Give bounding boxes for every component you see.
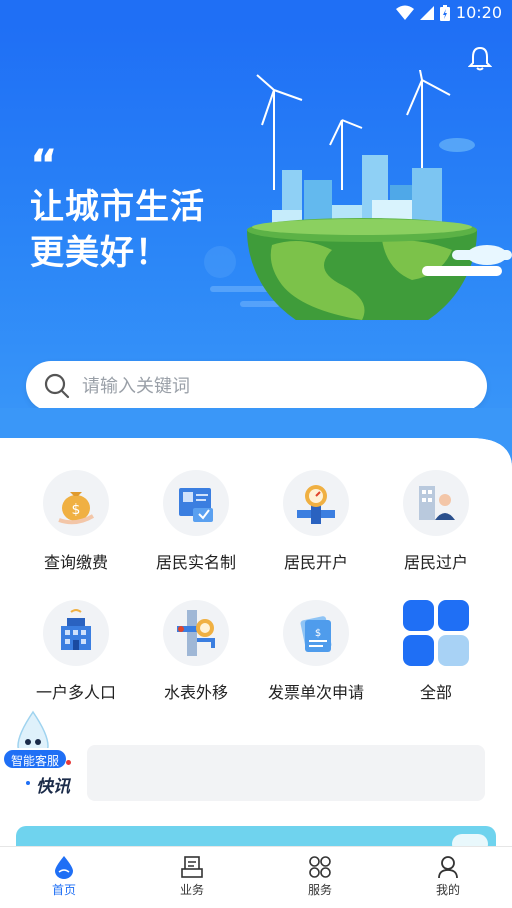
grid-label: 查询缴费: [43, 553, 108, 572]
news-dot-red: [66, 760, 71, 765]
all-grid-icon: [403, 600, 469, 666]
tab-home[interactable]: 首页: [0, 847, 128, 908]
search-icon: [44, 373, 70, 399]
slogan-line-2: 更美好！: [30, 233, 170, 273]
grid-item-query-payment[interactable]: $ 查询缴费: [16, 470, 136, 580]
grid-label: 水表外移: [163, 683, 228, 702]
news-ticker[interactable]: [87, 745, 485, 801]
status-icons: 10:20: [395, 3, 502, 22]
pipe-meter-icon: [163, 600, 229, 666]
tab-label: 服务: [307, 883, 332, 897]
grid-label: 发票单次申请: [267, 683, 364, 702]
transfer-user-icon: [403, 470, 469, 536]
status-bar: 10:20: [0, 0, 512, 26]
building-icon: [43, 600, 109, 666]
id-card-icon: [163, 470, 229, 536]
svg-text:$: $: [315, 628, 321, 639]
hero-curve: [0, 408, 512, 478]
grid-label: 全部: [419, 683, 452, 702]
tab-label: 首页: [51, 883, 76, 897]
search-input[interactable]: [82, 375, 442, 397]
svg-text:$: $: [72, 502, 81, 518]
water-meter-icon: [283, 470, 349, 536]
notification-bell-icon[interactable]: [468, 46, 492, 72]
tab-label: 我的: [435, 883, 460, 897]
grid-item-transfer[interactable]: 居民过户: [376, 470, 496, 580]
search-bar[interactable]: [26, 361, 487, 411]
bottom-tab-bar: 首页 业务 服务 我的: [0, 846, 512, 908]
water-drop-icon: [55, 856, 73, 879]
city-globe-illustration: [247, 70, 512, 320]
signal-icon: [419, 5, 434, 20]
grid-item-all[interactable]: 全部: [376, 600, 496, 710]
quote-mark: “: [30, 140, 58, 189]
user-icon: [438, 856, 458, 879]
service-grid-icon: [309, 856, 331, 878]
hero-banner: “ 让城市生活 更美好！: [0, 26, 512, 436]
grid-label: 一户多人口: [35, 683, 116, 702]
wifi-icon: [395, 5, 414, 20]
grid-label: 居民开户: [283, 553, 348, 572]
tab-service[interactable]: 服务: [256, 847, 384, 908]
grid-item-open-account[interactable]: 居民开户: [256, 470, 376, 580]
news-label: 快讯: [36, 777, 70, 797]
battery-icon: [439, 4, 450, 21]
grid-item-invoice[interactable]: $ 发票单次申请: [256, 600, 376, 710]
tab-label: 业务: [179, 883, 204, 897]
grid-item-real-name[interactable]: 居民实名制: [136, 470, 256, 580]
grid-item-multi-person[interactable]: 一户多人口: [16, 600, 136, 710]
smart-service-badge[interactable]: 智能客服: [2, 748, 69, 770]
grid-item-meter-relocation[interactable]: 水表外移: [136, 600, 256, 710]
business-icon: [181, 856, 203, 878]
invoice-icon: $: [283, 600, 349, 666]
grid-label: 居民过户: [403, 553, 468, 572]
money-bag-icon: $: [43, 470, 109, 536]
tab-mine[interactable]: 我的: [384, 847, 512, 908]
grid-label: 居民实名制: [155, 553, 236, 572]
news-dot-blue: [26, 781, 30, 785]
status-time: 10:20: [455, 3, 502, 22]
tab-business[interactable]: 业务: [128, 847, 256, 908]
hero-slogan: 让城市生活 更美好！: [30, 184, 205, 276]
slogan-line-1: 让城市生活: [30, 187, 205, 227]
